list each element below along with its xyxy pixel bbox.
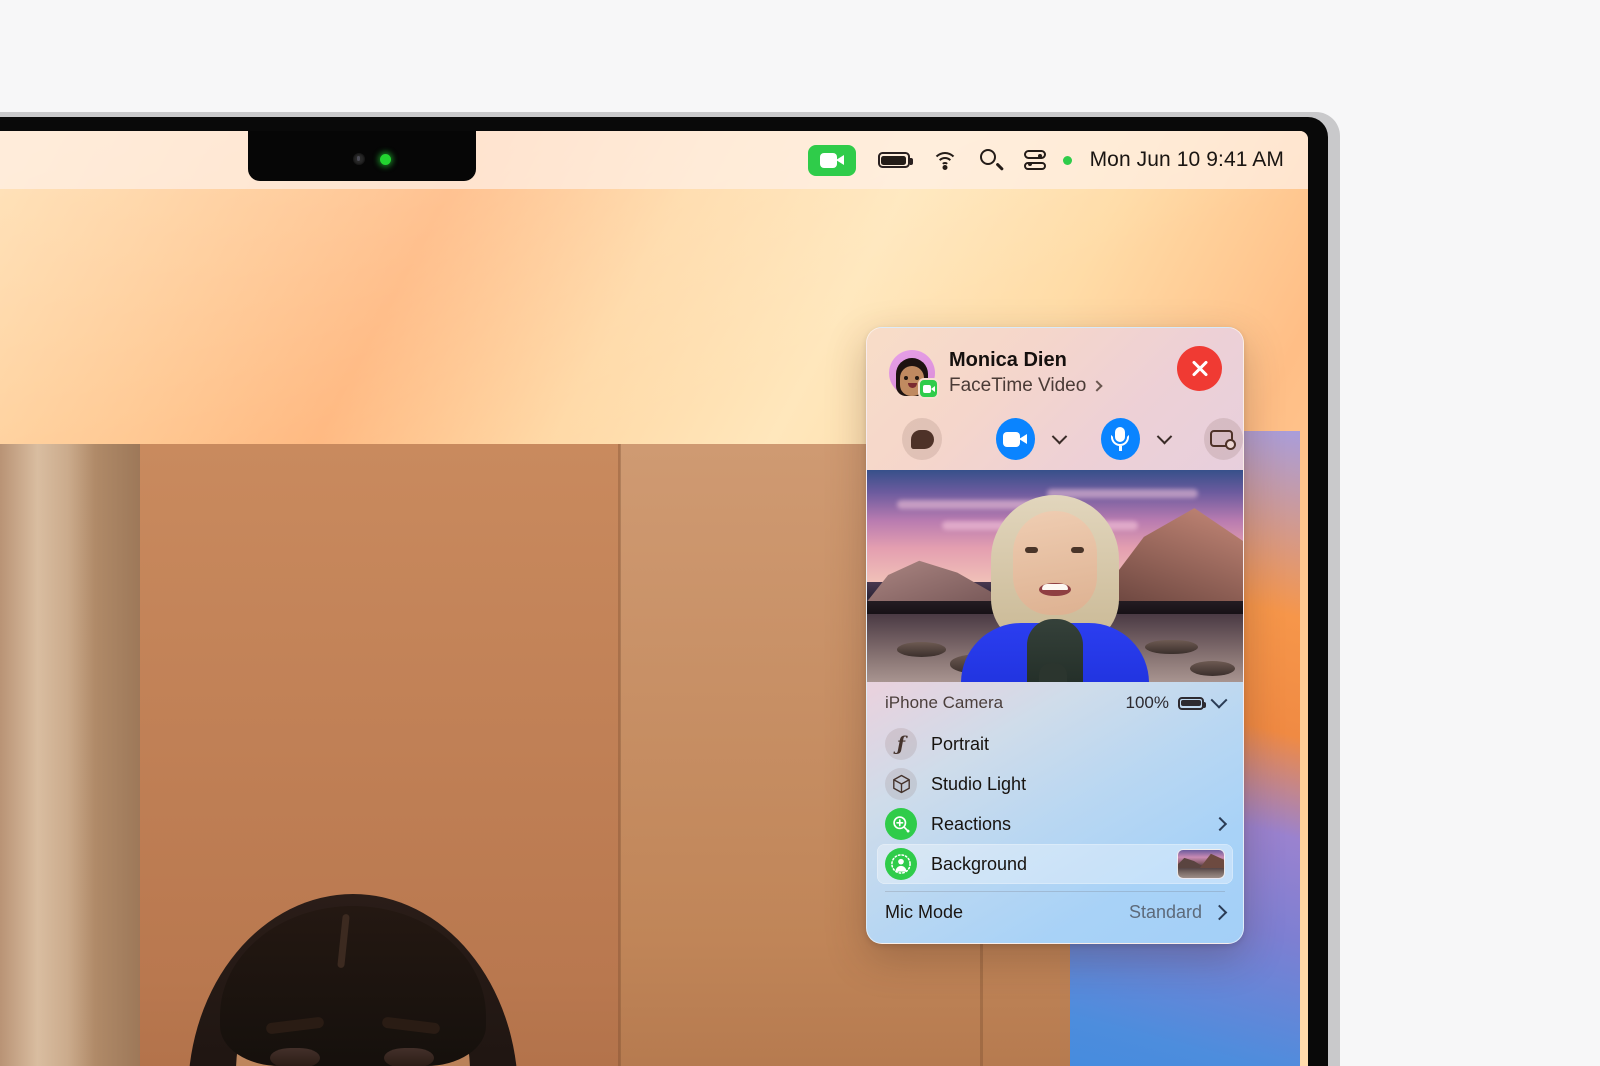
chevron-down-icon <box>1051 428 1068 444</box>
chevron-right-icon[interactable] <box>1211 904 1228 920</box>
caller-name: Monica Dien <box>949 349 1067 371</box>
background-person-icon <box>885 848 917 880</box>
menu-item-portrait[interactable]: ƒ Portrait <box>877 724 1233 764</box>
cube-icon <box>885 768 917 800</box>
wifi-icon <box>931 151 958 170</box>
close-x-icon <box>1190 359 1210 379</box>
call-controls-row <box>867 410 1243 468</box>
menu-item-label: Background <box>931 853 1028 874</box>
chevron-right-icon[interactable] <box>1212 816 1228 832</box>
menu-item-background[interactable]: Background <box>877 844 1233 884</box>
microphone-icon <box>1109 427 1131 451</box>
messages-button[interactable] <box>902 418 942 460</box>
menu-spotlight-item[interactable] <box>969 131 1013 189</box>
menu-item-mic-mode[interactable]: Mic Mode Standard <box>867 892 1243 932</box>
facetime-badge-icon <box>918 378 939 400</box>
menu-clock[interactable]: Mon Jun 10 9:41 AM <box>1078 148 1284 172</box>
background-thumbnail[interactable] <box>1177 849 1225 879</box>
video-camera-icon <box>807 144 856 176</box>
avatar <box>889 350 939 400</box>
menu-item-label: Reactions <box>931 813 1012 834</box>
control-center-icon <box>1023 150 1046 170</box>
portrait-f-icon: ƒ <box>885 728 917 760</box>
call-type-row[interactable]: FaceTime Video <box>949 374 1103 399</box>
menu-battery-item[interactable] <box>867 131 921 189</box>
video-camera-icon <box>1003 431 1028 447</box>
camera-button[interactable] <box>995 418 1035 460</box>
reactions-icon <box>885 808 917 840</box>
chat-bubble-icon <box>910 429 934 449</box>
green-recording-indicator <box>1062 155 1072 165</box>
display-notch <box>248 131 476 181</box>
microphone-button[interactable] <box>1100 418 1140 460</box>
menu-recording-indicator <box>1057 131 1078 189</box>
screen-share-icon <box>1210 429 1237 450</box>
chevron-down-icon <box>1156 428 1173 444</box>
menu-facetime-status-item[interactable] <box>797 131 867 189</box>
remote-participant-video <box>10 844 710 1066</box>
menu-bar: Mon Jun 10 9:41 AM <box>0 131 1308 189</box>
menu-item-reactions[interactable]: Reactions <box>877 804 1233 844</box>
call-type-label: FaceTime Video <box>949 375 1087 396</box>
desktop: Mon Jun 10 9:41 AM Monica Dien FaceTime … <box>0 131 1308 1066</box>
microphone-options-chevron[interactable] <box>1153 428 1176 451</box>
share-screen-button[interactable] <box>1203 418 1243 460</box>
screenshot-root: Mon Jun 10 9:41 AM Monica Dien FaceTime … <box>0 0 1600 1066</box>
search-icon <box>979 149 1004 171</box>
mic-mode-value: Standard <box>1128 901 1202 922</box>
self-video-preview[interactable] <box>867 470 1243 682</box>
device-header-row[interactable]: iPhone Camera 100% <box>867 682 1243 724</box>
facetime-call-panel: Monica Dien FaceTime Video iPhone Camera… <box>866 327 1244 944</box>
end-call-button[interactable] <box>1177 346 1222 391</box>
mic-mode-label: Mic Mode <box>885 901 964 922</box>
chevron-down-icon[interactable] <box>1210 691 1228 709</box>
chevron-right-icon <box>1091 380 1103 393</box>
camera-lens-icon <box>353 153 365 165</box>
menu-item-label: Portrait <box>931 733 990 754</box>
battery-icon <box>1178 696 1206 710</box>
device-battery-percent: 100% <box>1125 693 1169 712</box>
green-camera-in-use-light <box>380 154 391 165</box>
video-effects-menu: iPhone Camera 100% ƒ Portrait Studio Lig… <box>867 682 1243 943</box>
battery-icon <box>877 152 913 168</box>
device-label: iPhone Camera <box>885 693 1004 712</box>
camera-options-chevron[interactable] <box>1048 428 1071 451</box>
caller-info[interactable]: Monica Dien FaceTime Video <box>889 348 1103 400</box>
menu-wifi-item[interactable] <box>921 131 969 189</box>
laptop-screen: Mon Jun 10 9:41 AM Monica Dien FaceTime … <box>0 131 1308 1066</box>
menu-item-label: Studio Light <box>931 773 1027 794</box>
menu-control-center-item[interactable] <box>1013 131 1057 189</box>
menu-item-studio-light[interactable]: Studio Light <box>877 764 1233 804</box>
